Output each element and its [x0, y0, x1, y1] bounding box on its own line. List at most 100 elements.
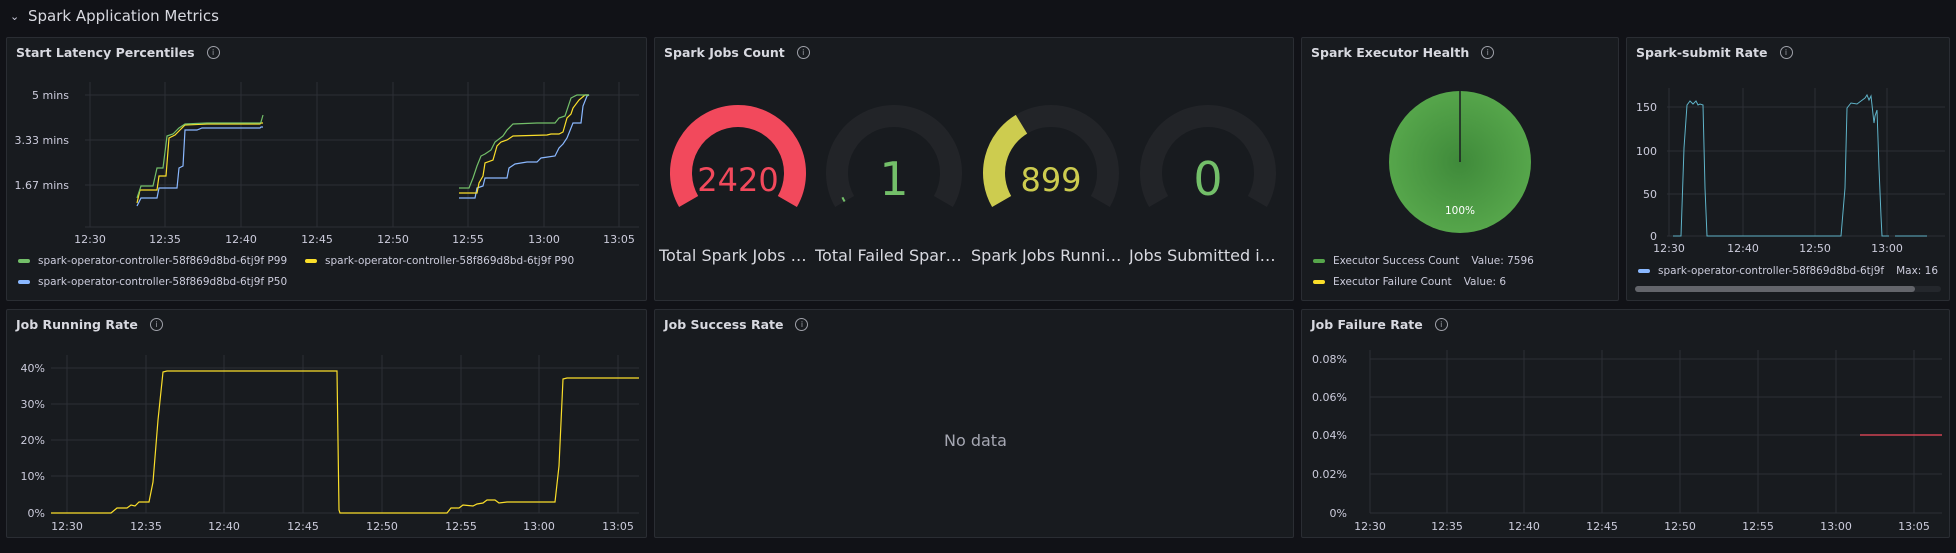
y-tick: 0.02%: [1312, 468, 1347, 481]
gauge-value: 2420: [697, 161, 778, 199]
legend-label: spark-operator-controller-58f869d8bd-6tj…: [1658, 265, 1885, 277]
series-p50: [136, 126, 263, 207]
panel-spark-jobs-count: Spark Jobs Count i 2420 1 899 0 Total Spark …: [654, 37, 1294, 301]
panel-job-failure-rate: Job Failure Rate i 0.08% 0.06% 0.04% 0.02…: [1301, 309, 1950, 538]
x-tick: 12:35: [130, 520, 162, 533]
series-p50: [459, 94, 590, 199]
x-tick: 12:50: [1799, 242, 1831, 255]
x-tick: 13:05: [603, 233, 635, 246]
panel-start-latency: Start Latency Percentiles i 5 mins 3.33 m…: [6, 37, 647, 301]
pie-label: 100%: [1445, 205, 1475, 217]
info-icon[interactable]: i: [795, 318, 809, 331]
legend-swatch: [18, 280, 30, 284]
x-tick: 12:55: [452, 233, 484, 246]
panel-job-success-rate: Job Success Rate i No data: [654, 309, 1294, 538]
legend-swatch: [18, 259, 30, 263]
gauge-label: Jobs Submitted in ...: [1129, 246, 1281, 265]
x-tick: 12:40: [208, 520, 240, 533]
panel-title[interactable]: Job Success Rate: [664, 317, 783, 332]
x-tick: 12:50: [1664, 520, 1696, 533]
x-tick: 12:30: [51, 520, 83, 533]
no-data-message: No data: [944, 431, 1007, 450]
y-tick: 3.33 mins: [15, 134, 70, 147]
x-tick: 13:05: [602, 520, 634, 533]
x-tick: 12:35: [1431, 520, 1463, 533]
gauge-label: Spark Jobs Running: [971, 246, 1125, 265]
y-tick: 0%: [1330, 507, 1347, 520]
failure-chart: 0.08% 0.06% 0.04% 0.02% 0% 12:30 12:35 1…: [1312, 350, 1942, 533]
x-tick: 12:40: [225, 233, 257, 246]
x-tick: 12:45: [1586, 520, 1618, 533]
panel-submit-rate: Spark-submit Rate i 150 100 50 0 12:30 12…: [1626, 37, 1950, 301]
x-tick: 12:45: [287, 520, 319, 533]
y-tick: 150: [1636, 101, 1657, 114]
x-tick: 12:45: [301, 233, 333, 246]
series-p99: [459, 94, 589, 189]
x-tick: 12:50: [366, 520, 398, 533]
series-running-rate: [51, 370, 639, 514]
x-tick: 12:50: [377, 233, 409, 246]
y-tick: 0.04%: [1312, 429, 1347, 442]
y-tick: 0.08%: [1312, 353, 1347, 366]
y-tick: 5 mins: [32, 89, 69, 102]
legend-label: spark-operator-controller-58f869d8bd-6tj…: [38, 276, 288, 288]
legend-value: Value: 7596: [1471, 255, 1534, 267]
y-tick: 0%: [28, 507, 45, 520]
legend-item[interactable]: spark-operator-controller-58f869d8bd-6tj…: [18, 276, 287, 288]
x-tick: 13:00: [528, 233, 560, 246]
chevron-down-icon[interactable]: ⌄: [10, 10, 24, 23]
legend-item[interactable]: spark-operator-controller-58f869d8bd-6tj…: [1638, 265, 1938, 277]
panel-executor-health: Spark Executor Health i 100% Executor Suc…: [1301, 37, 1619, 301]
legend-value: Value: 6: [1463, 276, 1507, 288]
legend-item[interactable]: Executor Success Count Value: 7596: [1313, 255, 1534, 267]
gauge-value: 1: [879, 152, 908, 206]
y-tick: 40%: [21, 362, 45, 375]
legend-max: Max: 16: [1896, 265, 1939, 277]
legend-item[interactable]: Executor Failure Count Value: 6: [1313, 276, 1506, 288]
submit-chart: 150 100 50 0 12:30 12:40 12:50 13:00: [1636, 88, 1945, 255]
legend-swatch: [1313, 259, 1325, 263]
panel-job-running-rate: Job Running Rate i 40% 30% 20% 10% 0% 12:…: [6, 309, 647, 538]
y-tick: 10%: [21, 470, 45, 483]
series-p90: [459, 94, 589, 194]
gauge-value: 899: [1020, 161, 1081, 199]
row-header[interactable]: ⌄ Spark Application Metrics: [10, 5, 219, 27]
x-tick: 12:40: [1508, 520, 1540, 533]
gauge-value: 0: [1193, 152, 1222, 206]
legend-item[interactable]: spark-operator-controller-58f869d8bd-6tj…: [305, 255, 574, 267]
x-tick: 13:05: [1898, 520, 1930, 533]
x-tick: 12:55: [1742, 520, 1774, 533]
gauge-label: Total Spark Jobs C...: [659, 246, 811, 265]
row-title: Spark Application Metrics: [28, 7, 219, 25]
y-tick: 20%: [21, 434, 45, 447]
legend-item[interactable]: spark-operator-controller-58f869d8bd-6tj…: [18, 255, 287, 267]
series-submit-rate: [1673, 93, 1889, 237]
x-tick: 12:35: [149, 233, 181, 246]
legend-scrollbar[interactable]: [1635, 286, 1941, 292]
legend-label: Executor Success Count: [1333, 255, 1460, 267]
legend-label: Executor Failure Count: [1333, 276, 1452, 288]
legend-swatch: [1638, 269, 1650, 273]
x-tick: 13:00: [1871, 242, 1903, 255]
y-tick: 30%: [21, 398, 45, 411]
x-tick: 13:00: [1820, 520, 1852, 533]
x-tick: 13:00: [523, 520, 555, 533]
legend-swatch: [1313, 280, 1325, 284]
gauge-label: Total Failed Spark ...: [815, 246, 967, 265]
scrollbar-thumb[interactable]: [1635, 286, 1915, 292]
legend-label: spark-operator-controller-58f869d8bd-6tj…: [325, 255, 575, 267]
x-tick: 12:30: [74, 233, 106, 246]
legend-label: spark-operator-controller-58f869d8bd-6tj…: [38, 255, 288, 267]
x-tick: 12:30: [1354, 520, 1386, 533]
series-p90: [136, 122, 263, 204]
y-tick: 0.06%: [1312, 391, 1347, 404]
gauge-fill[interactable]: [983, 114, 1028, 207]
running-chart: 40% 30% 20% 10% 0% 12:30 12:35 12:40 12:…: [21, 355, 639, 533]
x-tick: 12:30: [1653, 242, 1685, 255]
y-tick: 1.67 mins: [15, 179, 70, 192]
y-tick: 50: [1643, 188, 1657, 201]
legend-swatch: [305, 259, 317, 263]
y-tick: 100: [1636, 145, 1657, 158]
x-tick: 12:55: [445, 520, 477, 533]
x-tick: 12:40: [1727, 242, 1759, 255]
